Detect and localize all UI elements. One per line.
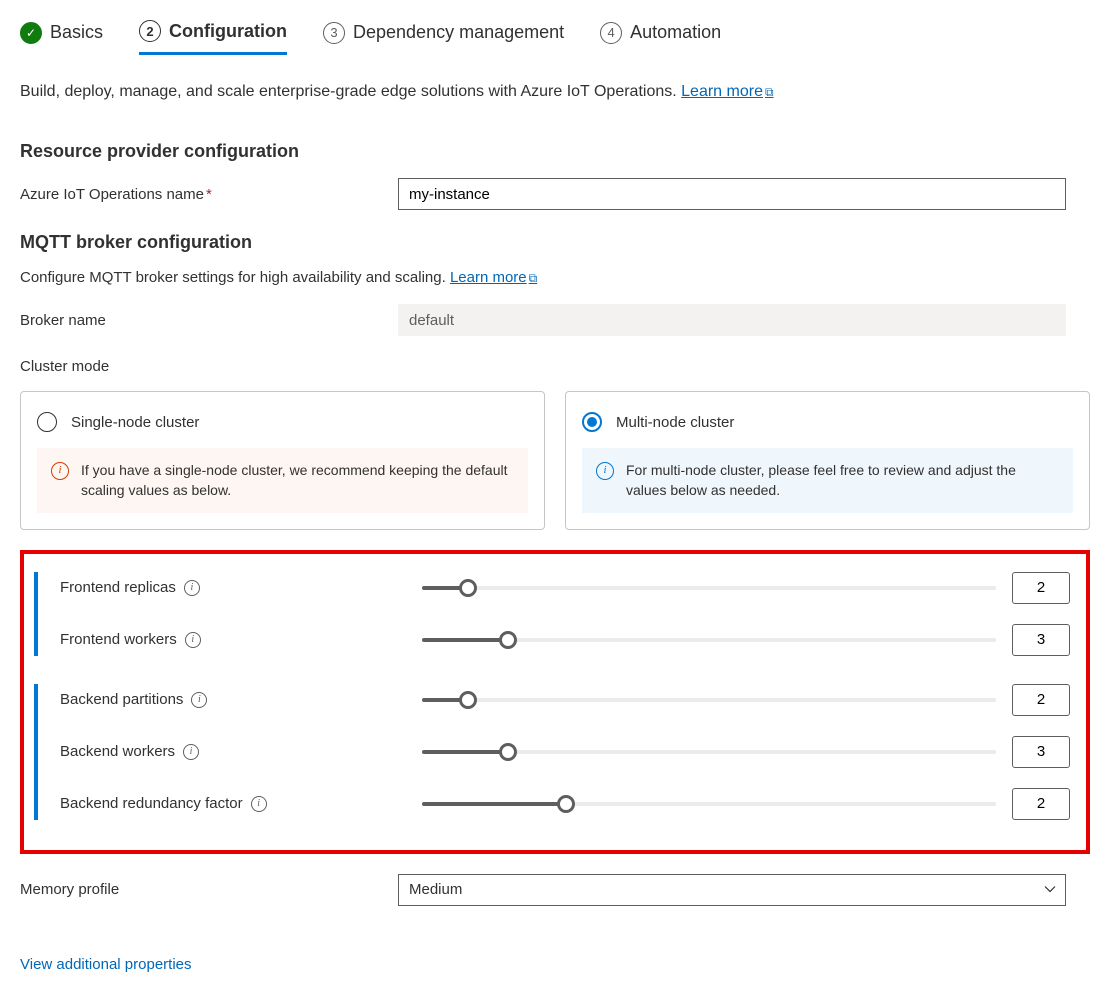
tab-label: Configuration <box>169 21 287 42</box>
aio-name-label: Azure IoT Operations name* <box>20 186 398 203</box>
info-icon: i <box>596 462 614 480</box>
cluster-mode-label: Cluster mode <box>20 358 1090 375</box>
frontend-replicas-input[interactable] <box>1012 572 1070 604</box>
cardinality-highlight-box: Frontend replicas i Frontend workers i <box>20 550 1090 854</box>
tab-basics[interactable]: ✓ Basics <box>20 22 103 54</box>
step-number-icon: 2 <box>139 20 161 42</box>
backend-workers-input[interactable] <box>1012 736 1070 768</box>
frontend-replicas-slider[interactable] <box>422 586 996 590</box>
tab-label: Basics <box>50 22 103 43</box>
backend-workers-slider[interactable] <box>422 750 996 754</box>
external-link-icon: ⧉ <box>765 85 774 99</box>
intro-text: Build, deploy, manage, and scale enterpr… <box>20 83 1090 101</box>
info-icon[interactable]: i <box>185 632 201 648</box>
aio-name-input[interactable] <box>398 178 1066 210</box>
backend-redundancy-input[interactable] <box>1012 788 1070 820</box>
frontend-slider-group: Frontend replicas i Frontend workers i <box>34 572 1070 656</box>
mqtt-learn-more-link[interactable]: Learn more⧉ <box>450 269 537 286</box>
backend-redundancy-slider[interactable] <box>422 802 996 806</box>
single-node-radio[interactable] <box>37 412 57 432</box>
multi-node-card[interactable]: Multi-node cluster i For multi-node clus… <box>565 391 1090 530</box>
frontend-workers-input[interactable] <box>1012 624 1070 656</box>
step-number-icon: 3 <box>323 22 345 44</box>
backend-slider-group: Backend partitions i Backend workers i <box>34 684 1070 820</box>
tab-dependency-management[interactable]: 3 Dependency management <box>323 22 564 54</box>
learn-more-link[interactable]: Learn more⧉ <box>681 83 773 100</box>
mqtt-subdesc: Configure MQTT broker settings for high … <box>20 269 1090 286</box>
tab-automation[interactable]: 4 Automation <box>600 22 721 54</box>
backend-partitions-slider[interactable] <box>422 698 996 702</box>
single-node-title: Single-node cluster <box>71 414 199 431</box>
info-icon: i <box>51 462 69 480</box>
tab-label: Dependency management <box>353 22 564 43</box>
multi-node-title: Multi-node cluster <box>616 414 734 431</box>
single-node-card[interactable]: Single-node cluster i If you have a sing… <box>20 391 545 530</box>
info-icon[interactable]: i <box>251 796 267 812</box>
slider-thumb[interactable] <box>499 743 517 761</box>
single-node-infobox: i If you have a single-node cluster, we … <box>37 448 528 513</box>
tab-label: Automation <box>630 22 721 43</box>
view-additional-properties-link[interactable]: View additional properties <box>20 956 192 973</box>
frontend-replicas-label: Frontend replicas i <box>60 579 422 596</box>
info-icon[interactable]: i <box>191 692 207 708</box>
slider-thumb[interactable] <box>557 795 575 813</box>
info-icon[interactable]: i <box>184 580 200 596</box>
memory-profile-label: Memory profile <box>20 881 398 898</box>
multi-node-infobox: i For multi-node cluster, please feel fr… <box>582 448 1073 513</box>
memory-profile-select[interactable]: Medium <box>398 874 1066 906</box>
info-icon[interactable]: i <box>183 744 199 760</box>
broker-name-label: Broker name <box>20 312 398 329</box>
backend-partitions-label: Backend partitions i <box>60 691 422 708</box>
resource-provider-heading: Resource provider configuration <box>20 141 1090 162</box>
slider-thumb[interactable] <box>499 631 517 649</box>
step-number-icon: 4 <box>600 22 622 44</box>
slider-thumb[interactable] <box>459 691 477 709</box>
wizard-tabs: ✓ Basics 2 Configuration 3 Dependency ma… <box>20 20 1090 55</box>
multi-node-radio[interactable] <box>582 412 602 432</box>
backend-redundancy-label: Backend redundancy factor i <box>60 795 422 812</box>
tab-configuration[interactable]: 2 Configuration <box>139 20 287 55</box>
backend-workers-label: Backend workers i <box>60 743 422 760</box>
check-icon: ✓ <box>20 22 42 44</box>
frontend-workers-slider[interactable] <box>422 638 996 642</box>
mqtt-heading: MQTT broker configuration <box>20 232 1090 253</box>
frontend-workers-label: Frontend workers i <box>60 631 422 648</box>
slider-thumb[interactable] <box>459 579 477 597</box>
external-link-icon: ⧉ <box>529 271 538 285</box>
broker-name-input <box>398 304 1066 336</box>
backend-partitions-input[interactable] <box>1012 684 1070 716</box>
